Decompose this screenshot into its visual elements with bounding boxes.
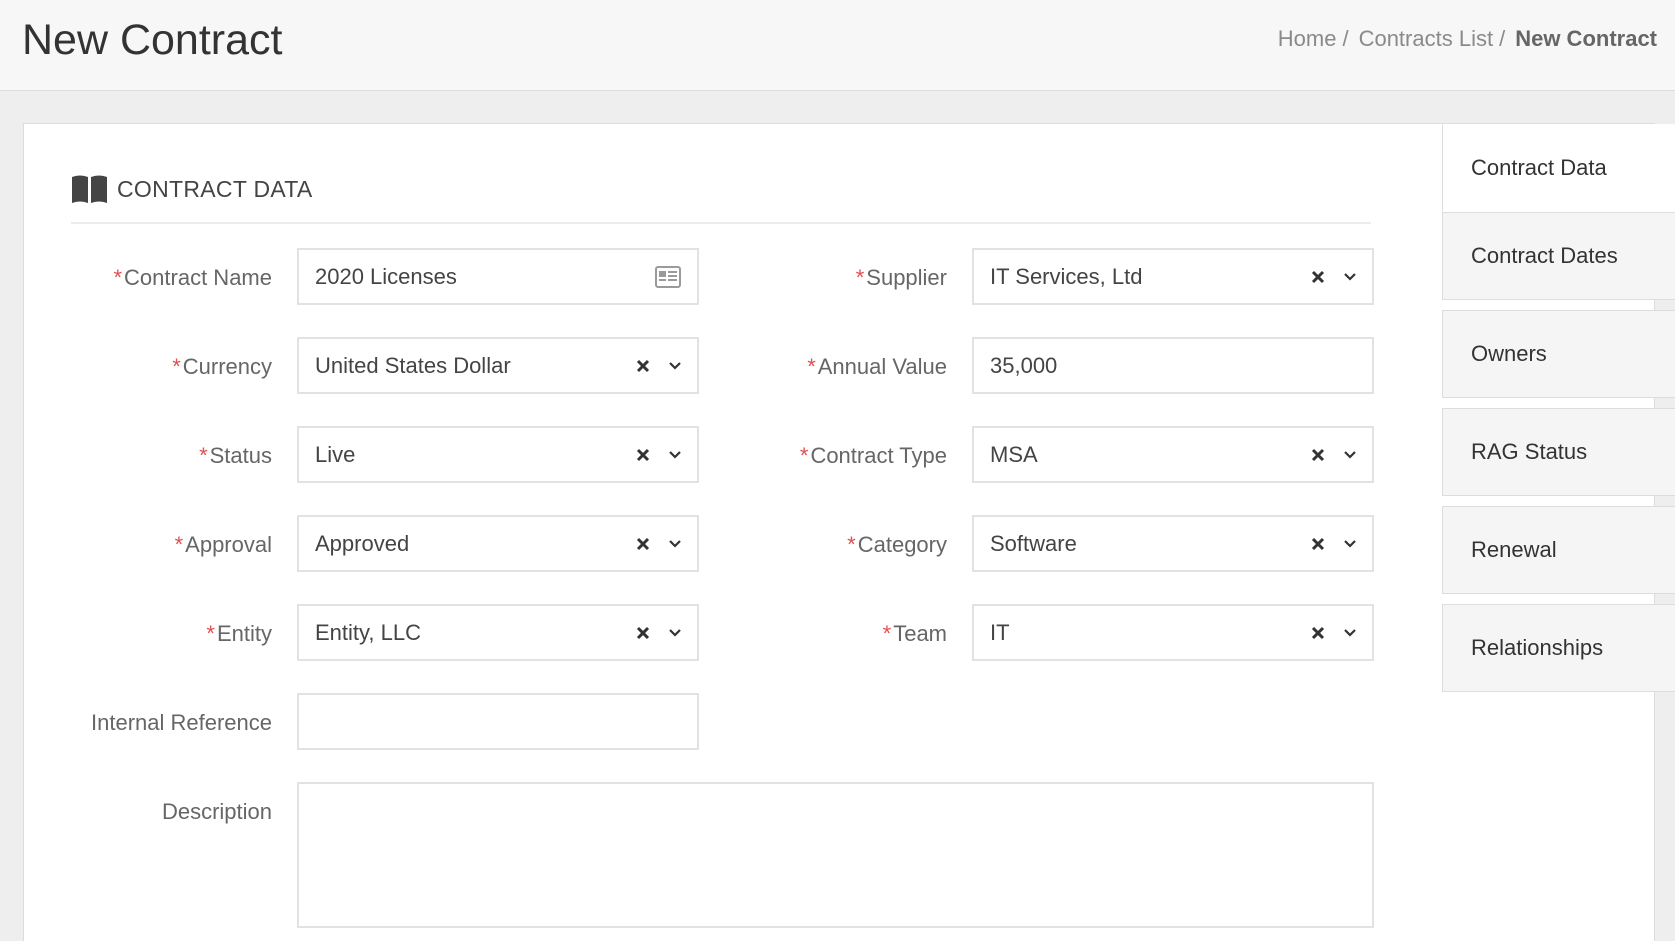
approval-value: Approved xyxy=(315,530,410,556)
chevron-down-icon[interactable] xyxy=(1342,269,1358,285)
supplier-label: *Supplier xyxy=(855,265,947,290)
team-label: *Team xyxy=(882,621,947,646)
page-title: New Contract xyxy=(22,16,283,64)
category-value: Software xyxy=(990,530,1077,556)
page-header: New Contract Home / Contracts List / New… xyxy=(0,0,1675,91)
approval-label: *Approval xyxy=(174,532,272,557)
chevron-down-icon[interactable] xyxy=(667,625,683,641)
entity-value: Entity, LLC xyxy=(315,619,421,645)
entity-select[interactable]: Entity, LLC xyxy=(297,604,699,661)
tab-renewal[interactable]: Renewal xyxy=(1442,506,1675,594)
chevron-down-icon[interactable] xyxy=(667,447,683,463)
chevron-down-icon[interactable] xyxy=(1342,536,1358,552)
annual-value-value: 35,000 xyxy=(990,352,1058,378)
breadcrumb: Home / Contracts List / New Contract xyxy=(1278,26,1657,52)
clear-icon[interactable] xyxy=(1308,623,1328,643)
clear-icon[interactable] xyxy=(633,356,653,376)
section-title: CONTRACT DATA xyxy=(117,175,313,202)
category-label: *Category xyxy=(847,532,947,557)
breadcrumb-home[interactable]: Home xyxy=(1278,26,1337,52)
clear-icon[interactable] xyxy=(633,445,653,465)
description-label: Description xyxy=(161,799,272,824)
tab-contract-data[interactable]: Contract Data xyxy=(1442,124,1675,212)
contact-card-icon xyxy=(655,265,681,288)
team-value: IT xyxy=(990,619,1010,645)
tab-relationships[interactable]: Relationships xyxy=(1442,604,1675,692)
currency-select[interactable]: United States Dollar xyxy=(297,337,699,394)
contract-type-value: MSA xyxy=(990,441,1038,467)
section-header: CONTRACT DATA xyxy=(71,174,313,204)
description-textarea[interactable] xyxy=(297,782,1374,928)
chevron-down-icon[interactable] xyxy=(1342,447,1358,463)
supplier-value: IT Services, Ltd xyxy=(990,263,1143,289)
tab-owners[interactable]: Owners xyxy=(1442,310,1675,398)
breadcrumb-contracts-list[interactable]: Contracts List xyxy=(1359,26,1494,52)
approval-select[interactable]: Approved xyxy=(297,515,699,572)
internal-reference-label: Internal Reference xyxy=(91,710,272,735)
section-divider xyxy=(71,222,1371,224)
status-value: Live xyxy=(315,441,356,467)
clear-icon[interactable] xyxy=(1308,445,1328,465)
chevron-down-icon[interactable] xyxy=(667,358,683,374)
book-icon xyxy=(72,175,107,203)
chevron-down-icon[interactable] xyxy=(667,536,683,552)
currency-label: *Currency xyxy=(172,354,272,379)
currency-value: United States Dollar xyxy=(315,352,511,378)
chevron-down-icon[interactable] xyxy=(1342,625,1358,641)
clear-icon[interactable] xyxy=(1308,267,1328,287)
status-select[interactable]: Live xyxy=(297,426,699,483)
status-label: *Status xyxy=(199,443,272,468)
tab-contract-dates[interactable]: Contract Dates xyxy=(1442,212,1675,300)
contract-type-label: *Contract Type xyxy=(799,443,947,468)
team-select[interactable]: IT xyxy=(972,604,1374,661)
entity-label: *Entity xyxy=(206,621,272,646)
annual-value-input[interactable]: 35,000 xyxy=(972,337,1374,394)
tab-rag-status[interactable]: RAG Status xyxy=(1442,408,1675,496)
contract-type-select[interactable]: MSA xyxy=(972,426,1374,483)
clear-icon[interactable] xyxy=(1308,534,1328,554)
contract-name-label: *Contract Name xyxy=(113,265,272,290)
internal-reference-input[interactable] xyxy=(297,693,699,750)
breadcrumb-separator: / xyxy=(1499,26,1506,51)
breadcrumb-separator: / xyxy=(1342,26,1349,51)
annual-value-label: *Annual Value xyxy=(807,354,947,379)
contract-form-panel: CONTRACT DATA *Contract Name 2020 Licens… xyxy=(23,123,1675,941)
contract-name-value: 2020 Licenses xyxy=(315,263,457,289)
category-select[interactable]: Software xyxy=(972,515,1374,572)
contract-name-input[interactable]: 2020 Licenses xyxy=(297,248,699,305)
supplier-select[interactable]: IT Services, Ltd xyxy=(972,248,1374,305)
breadcrumb-current: New Contract xyxy=(1515,26,1657,51)
clear-icon[interactable] xyxy=(633,623,653,643)
section-tabs: Contract Data Contract Dates Owners RAG … xyxy=(1442,124,1675,941)
clear-icon[interactable] xyxy=(633,534,653,554)
